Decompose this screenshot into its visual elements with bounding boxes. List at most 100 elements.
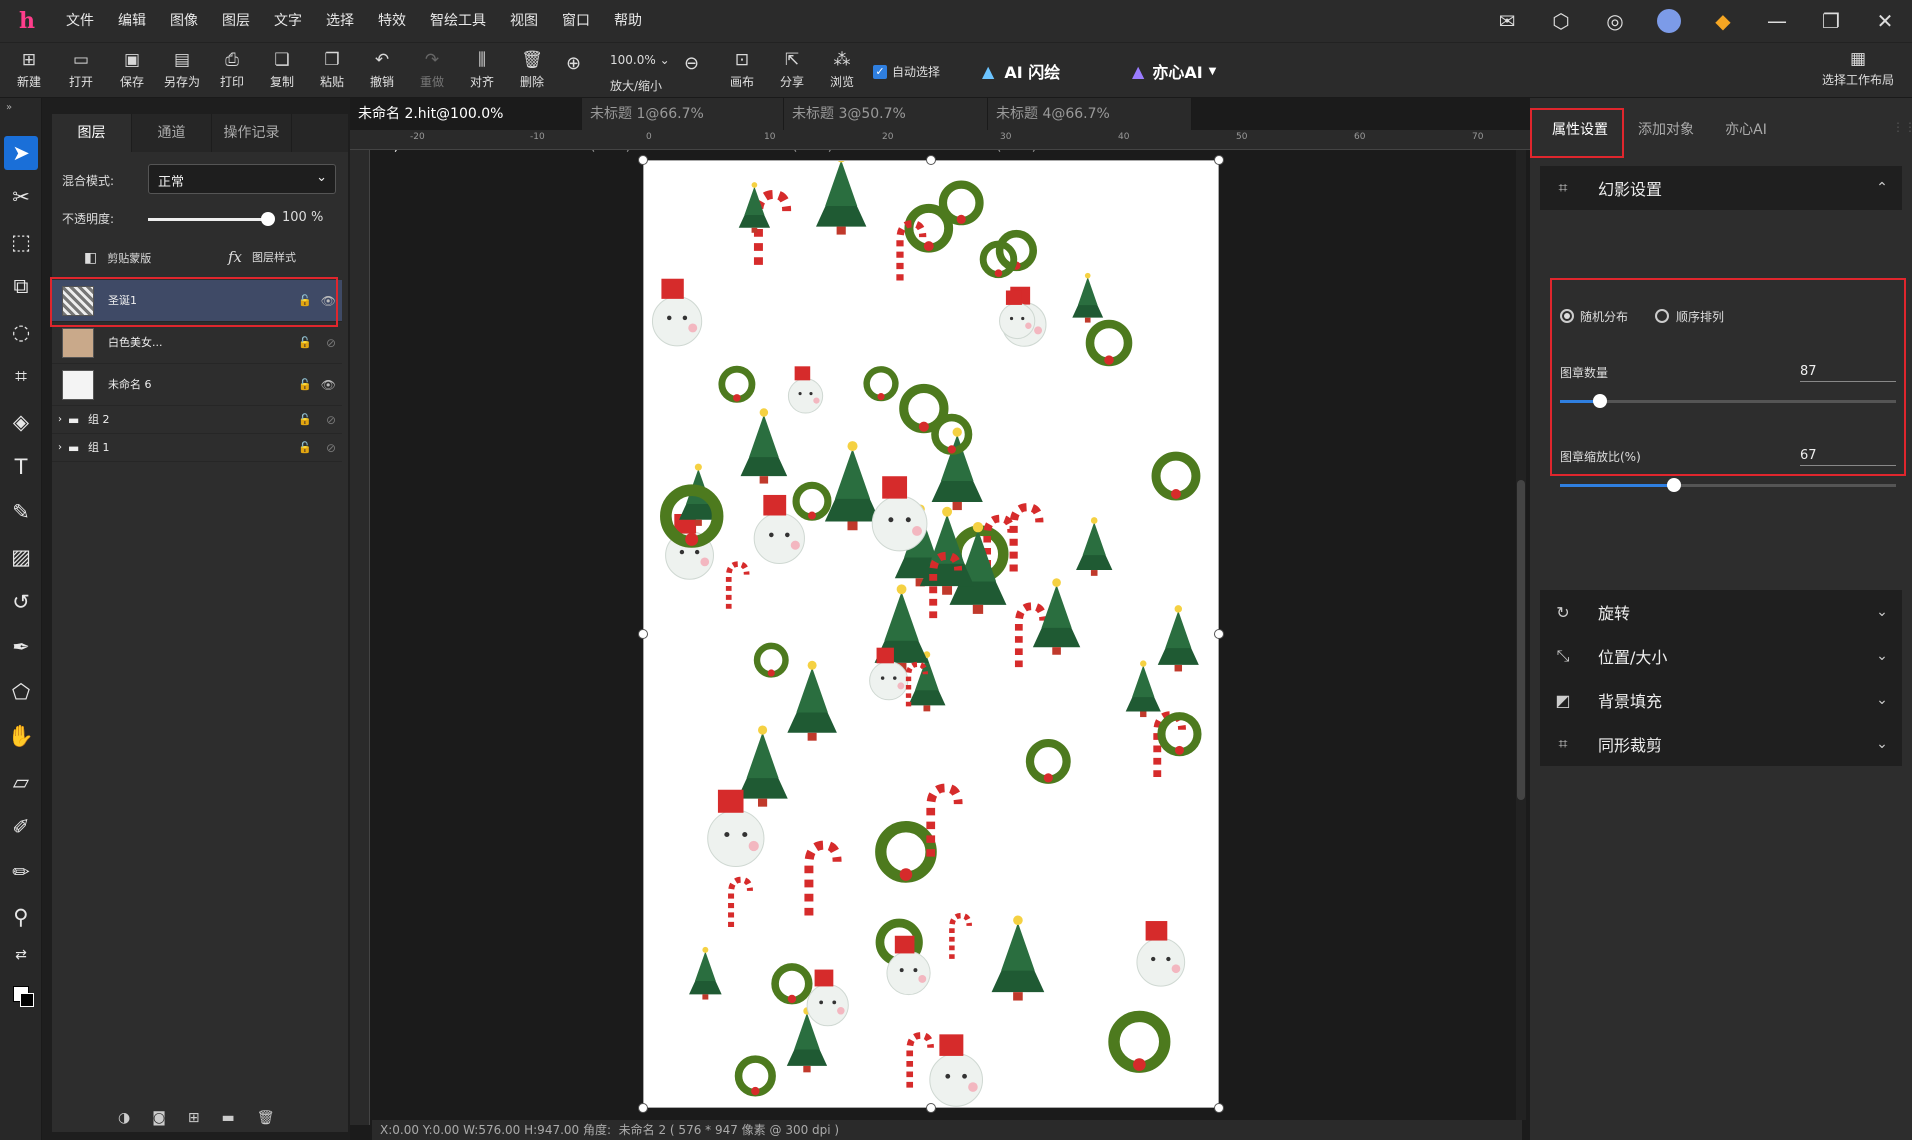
menu-text[interactable]: 文字 — [262, 0, 314, 42]
doc-tab[interactable]: 未标题 1@66.7% (RGB)*✕ — [582, 98, 784, 154]
save-as-button[interactable]: ▤ 另存为 — [157, 49, 207, 90]
auto-select-checkbox[interactable]: ✓ 自动选择 — [873, 63, 940, 80]
marquee-tool-icon[interactable]: ⬚ — [0, 219, 42, 264]
lock-icon[interactable]: 🔓 — [298, 322, 312, 364]
sequential-radio[interactable] — [1655, 309, 1669, 323]
slider-knob[interactable] — [1667, 478, 1682, 492]
open-button[interactable]: ▭ 打开 — [56, 49, 106, 90]
new-layer-icon[interactable]: ⊞ — [188, 1110, 200, 1126]
doc-tab[interactable]: 未标题 3@50.7% (RGB)*✕ — [784, 98, 988, 154]
eye-hidden-icon[interactable]: ⊘ — [326, 434, 336, 462]
layer-group-row[interactable]: › ▬ 组 2 🔓 ⊘ — [52, 406, 342, 434]
opacity-value[interactable]: 100 % — [282, 210, 323, 225]
redo-button[interactable]: ↷ 重做 — [407, 49, 457, 90]
rotate-section[interactable]: ↻ 旋转 ⌄ — [1540, 590, 1902, 634]
history-brush-icon[interactable]: ↺ — [0, 579, 42, 624]
expand-icon[interactable]: › — [58, 434, 62, 462]
blend-mode-select[interactable]: 正常 ⌄ — [148, 164, 336, 194]
shape-crop-section[interactable]: ⌗ 同形裁剪 ⌄ — [1540, 722, 1902, 766]
menu-view[interactable]: 视图 — [498, 0, 550, 42]
menu-image[interactable]: 图像 — [158, 0, 210, 42]
yixin-ai-button[interactable]: ▲ 亦心AI ▼ — [1132, 59, 1216, 83]
stamp-scale-input[interactable]: 67 — [1800, 446, 1896, 466]
undo-button[interactable]: ↶ 撤销 — [357, 49, 407, 90]
slider-knob[interactable] — [261, 212, 275, 226]
browse-button[interactable]: ⁂ 浏览 — [817, 49, 867, 90]
swap-colors-icon[interactable]: ⇄ — [0, 939, 42, 971]
workspace-button[interactable]: ▦ 选择工作布局 — [1810, 49, 1906, 88]
trash-icon[interactable]: 🗑 — [257, 1110, 275, 1126]
pen-tool-icon[interactable]: ✒ — [0, 624, 42, 669]
zoom-out-icon[interactable]: ⊖ — [684, 53, 699, 74]
layer-row[interactable]: 白色美女... 🔓 ⊘ — [52, 322, 342, 364]
menu-edit[interactable]: 编辑 — [106, 0, 158, 42]
share-button[interactable]: ⇱ 分享 — [767, 49, 817, 90]
save-button[interactable]: ▣ 保存 — [107, 49, 157, 90]
close-icon[interactable]: ✕ — [1858, 0, 1912, 42]
new-button[interactable]: ⊞ 新建 — [4, 49, 54, 90]
eye-hidden-icon[interactable]: ⊘ — [326, 406, 336, 434]
doc-tab[interactable]: 未命名 2.hit@100.0% (RGB)*✕ — [350, 98, 582, 154]
lasso-tool-icon[interactable]: ◌ — [0, 309, 42, 354]
compass-icon[interactable]: ◎ — [1588, 0, 1642, 42]
mask-icon[interactable]: ◙ — [152, 1110, 166, 1126]
magic-select-tool-icon[interactable]: ✂ — [0, 174, 42, 219]
stamp-scale-slider[interactable] — [1560, 478, 1896, 492]
tab-history[interactable]: 操作记录 — [212, 114, 292, 152]
restore-icon[interactable]: ❐ — [1804, 0, 1858, 42]
eraser-tool-icon[interactable]: ▨ — [0, 534, 42, 579]
menu-file[interactable]: 文件 — [54, 0, 106, 42]
resize-handle[interactable] — [638, 629, 648, 639]
resize-handle[interactable] — [638, 155, 648, 165]
new-group-icon[interactable]: ▬ — [222, 1110, 235, 1126]
canvas-document[interactable] — [638, 153, 1224, 1113]
menu-help[interactable]: 帮助 — [602, 0, 654, 42]
move-tool-icon[interactable]: ➤ — [4, 136, 38, 170]
smudge-tool-icon[interactable]: ✐ — [0, 804, 42, 849]
highlighter-tool-icon[interactable]: ✏ — [0, 849, 42, 894]
tab-yixin-ai[interactable]: 亦心AI — [1706, 112, 1786, 148]
transform-tool-icon[interactable]: ⧉ — [0, 264, 42, 309]
expand-icon[interactable]: › — [58, 406, 62, 434]
vip-gem-icon[interactable]: ◆ — [1696, 0, 1750, 42]
vertical-scrollbar[interactable] — [1516, 150, 1526, 1120]
collapse-icon[interactable]: » — [0, 98, 41, 132]
resize-handle[interactable] — [638, 1103, 648, 1113]
text-tool-icon[interactable]: T — [0, 444, 42, 489]
random-distribution-radio[interactable] — [1560, 309, 1574, 323]
scrollbar-thumb[interactable] — [1517, 480, 1525, 800]
crop-tool-icon[interactable]: ⌗ — [0, 354, 42, 399]
mail-icon[interactable]: ✉ — [1480, 0, 1534, 42]
paste-button[interactable]: ❐ 粘贴 — [307, 49, 357, 90]
resize-handle[interactable] — [1214, 629, 1224, 639]
position-size-section[interactable]: ⤡ 位置/大小 ⌄ — [1540, 634, 1902, 678]
lock-icon[interactable]: 🔓 — [298, 364, 312, 406]
fill-tool-icon[interactable]: ◈ — [0, 399, 42, 444]
layer-group-row[interactable]: › ▬ 组 1 🔓 ⊘ — [52, 434, 342, 462]
menu-effects[interactable]: 特效 — [366, 0, 418, 42]
resize-handle[interactable] — [1214, 155, 1224, 165]
minimize-icon[interactable]: — — [1750, 0, 1804, 42]
settings-icon[interactable]: ⬡ — [1534, 0, 1588, 42]
color-swatch[interactable] — [0, 971, 42, 1016]
tab-add-object[interactable]: 添加对象 — [1626, 112, 1706, 148]
menu-layer[interactable]: 图层 — [210, 0, 262, 42]
resize-handle[interactable] — [1214, 1103, 1224, 1113]
zoom-in-icon[interactable]: ⊕ — [566, 53, 581, 74]
layer-style-button[interactable]: fx 图层样式 — [228, 248, 296, 266]
stamp-count-slider[interactable] — [1560, 394, 1896, 408]
resize-handle[interactable] — [926, 155, 936, 165]
layer-row[interactable]: 未命名 6 🔓 👁 — [52, 364, 342, 406]
stamp-count-input[interactable]: 87 — [1800, 362, 1896, 382]
tab-layers[interactable]: 图层 — [52, 114, 132, 152]
background-fill-section[interactable]: ◩ 背景填充 ⌄ — [1540, 678, 1902, 722]
delete-button[interactable]: 🗑 删除 — [507, 49, 557, 90]
phantom-settings-header[interactable]: ⌗ 幻影设置 ⌃ — [1540, 166, 1902, 210]
eye-hidden-icon[interactable]: ⊘ — [326, 322, 336, 364]
print-button[interactable]: ⎙ 打印 — [207, 49, 257, 90]
copy-button[interactable]: ❏ 复制 — [257, 49, 307, 90]
menu-window[interactable]: 窗口 — [550, 0, 602, 42]
eyedropper-tool-icon[interactable]: ⚲ — [0, 894, 42, 939]
resize-handle[interactable] — [926, 1103, 936, 1113]
opacity-slider[interactable] — [148, 212, 275, 226]
